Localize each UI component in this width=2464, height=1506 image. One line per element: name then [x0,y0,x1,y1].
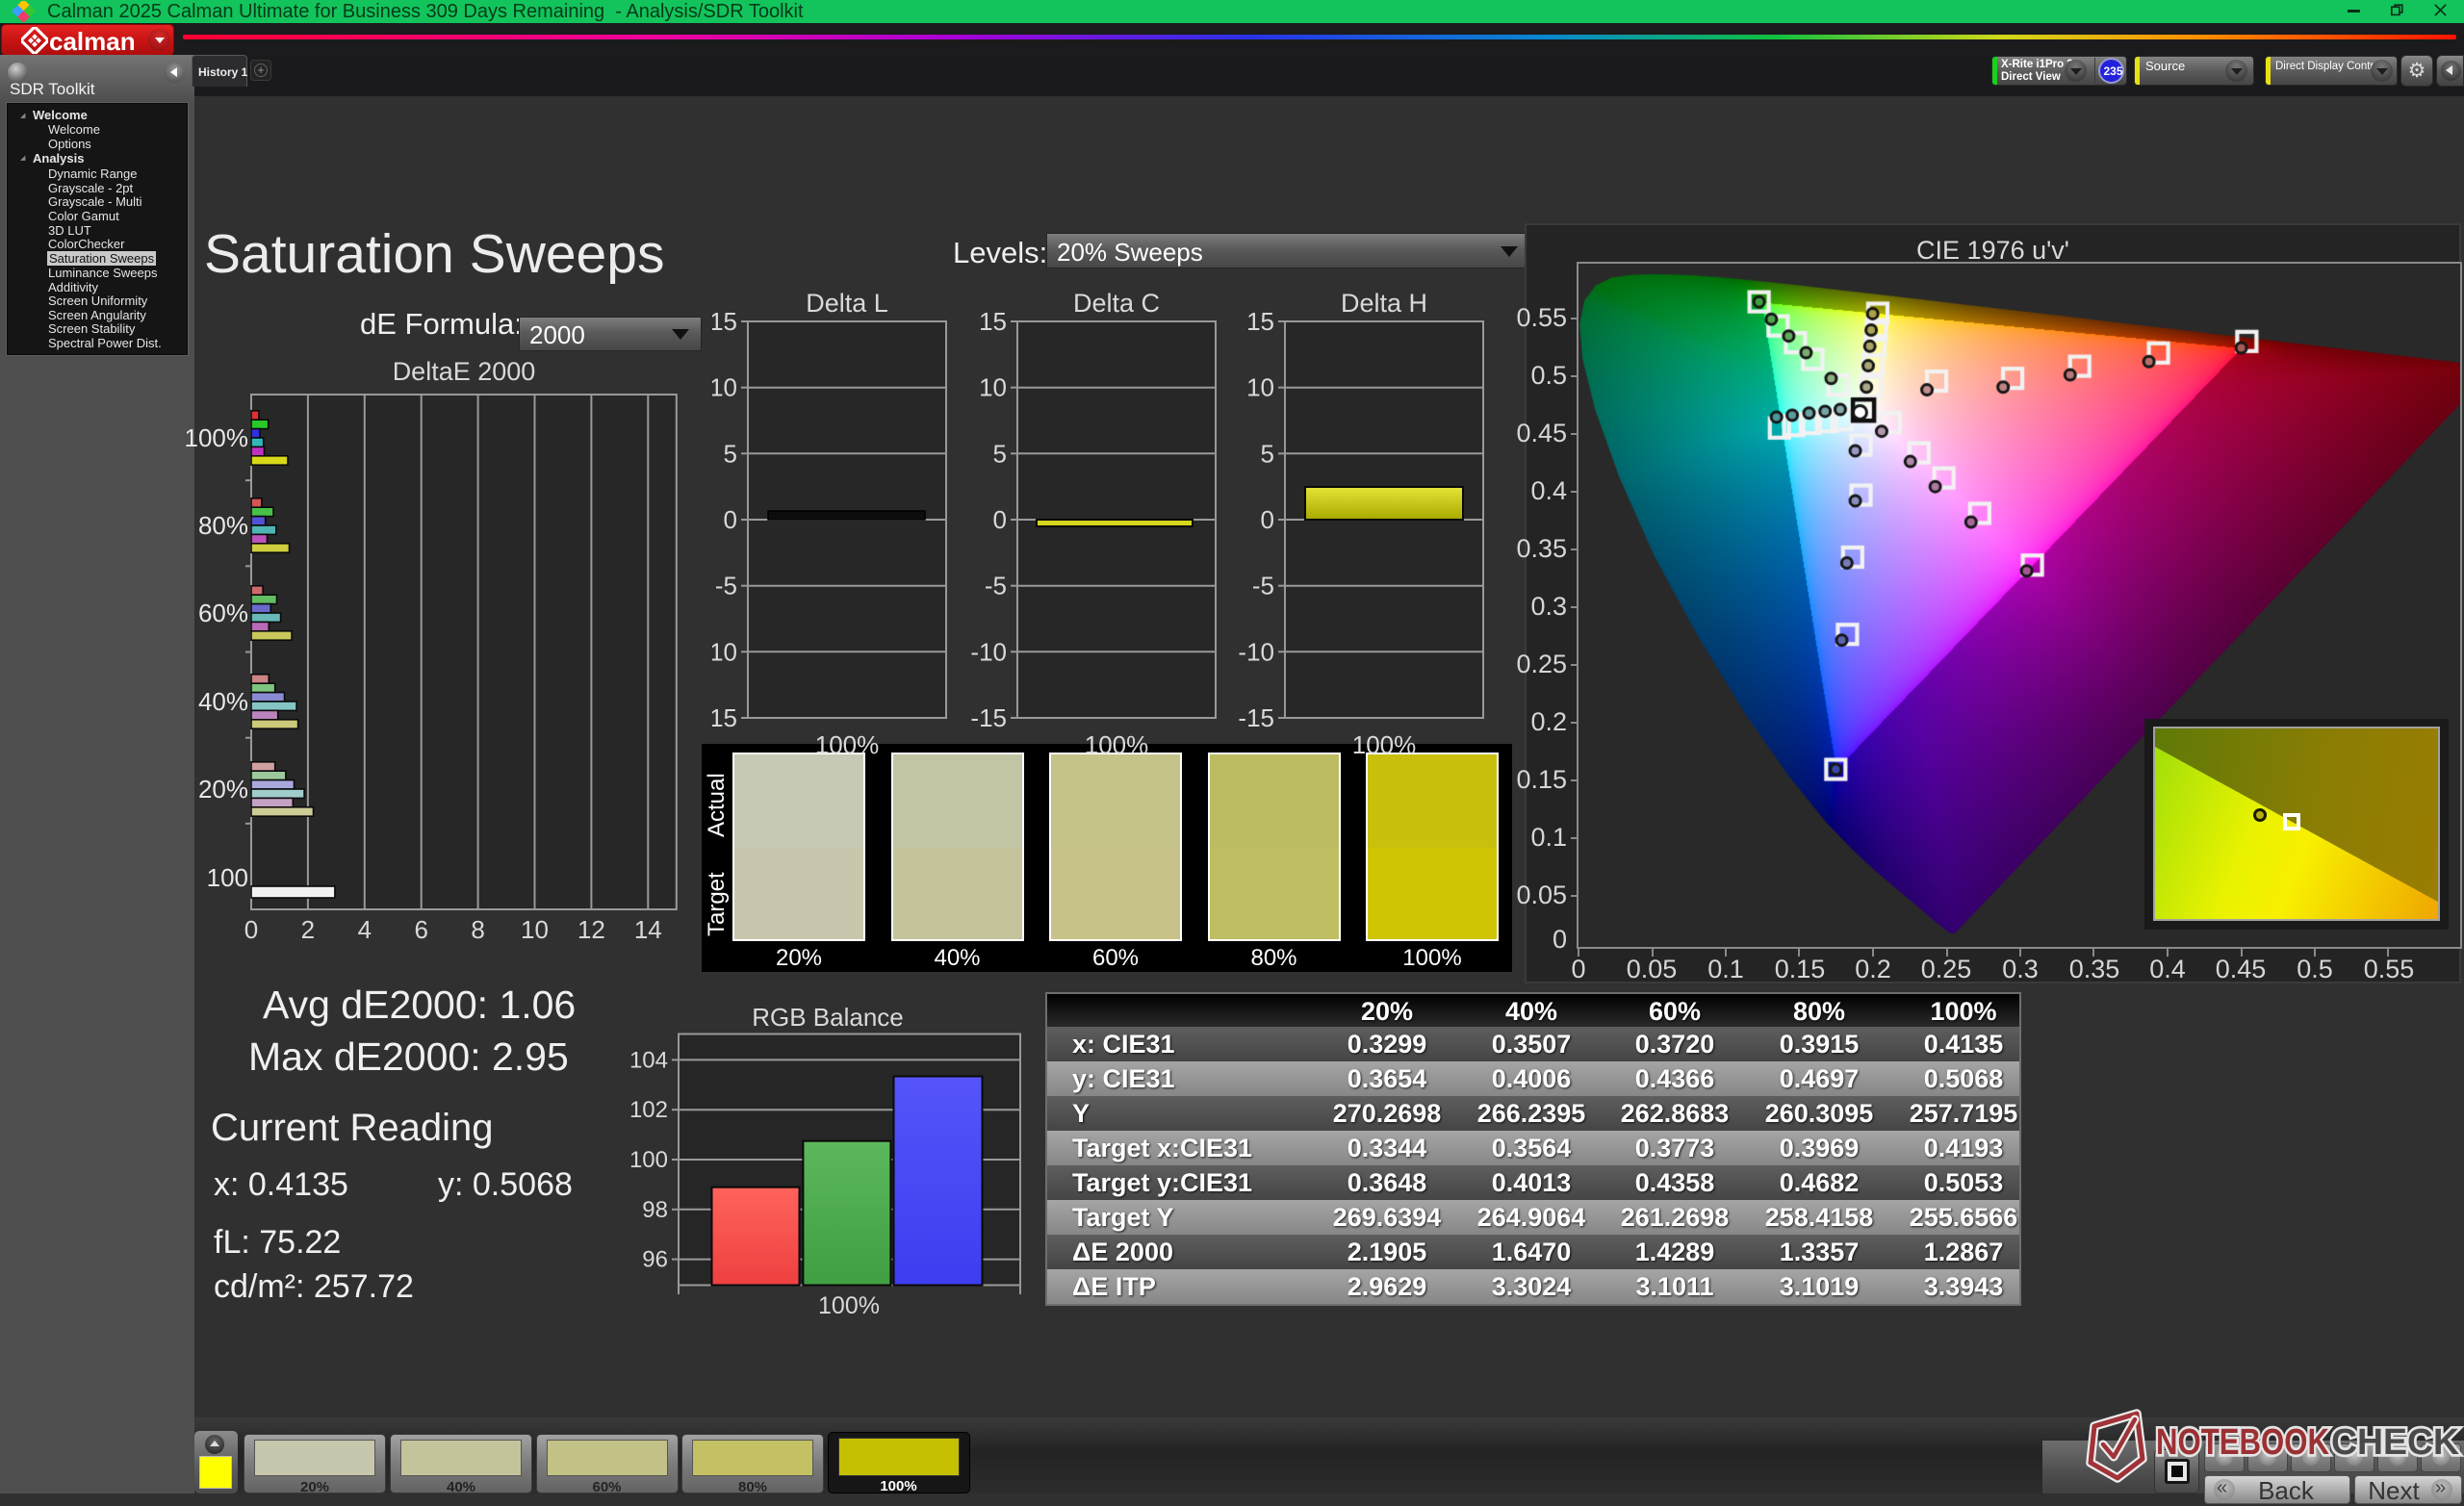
svg-text:5: 5 [993,439,1007,468]
svg-text:10: 10 [521,915,549,944]
svg-text:10: 10 [1246,373,1274,402]
svg-text:2: 2 [301,915,315,944]
svg-text:0: 0 [724,505,737,534]
svg-text:Delta L: Delta L [806,289,888,318]
svg-text:4: 4 [358,915,372,944]
svg-text:10: 10 [712,373,737,402]
svg-text:10: 10 [979,373,1007,402]
svg-text:100: 100 [629,1147,668,1173]
svg-text:15: 15 [712,307,737,336]
svg-text:100: 100 [207,863,248,892]
svg-text:DeltaE 2000: DeltaE 2000 [393,361,536,386]
svg-text:96: 96 [642,1247,668,1273]
svg-text:12: 12 [578,915,605,944]
svg-text:0: 0 [993,505,1007,534]
svg-text:Delta H: Delta H [1341,289,1427,318]
svg-text:-5: -5 [1252,572,1274,600]
svg-text:RGB Balance: RGB Balance [752,1003,904,1032]
svg-text:98: 98 [642,1197,668,1223]
svg-text:-10: -10 [712,637,737,666]
svg-text:NOTEBOOK: NOTEBOOK [2156,1422,2329,1463]
svg-text:14: 14 [634,915,662,944]
svg-text:0: 0 [244,915,258,944]
svg-text:104: 104 [629,1047,668,1073]
svg-text:0: 0 [1261,505,1274,534]
svg-text:60%: 60% [198,599,248,627]
svg-text:-10: -10 [1238,637,1274,666]
svg-text:100%: 100% [818,1292,880,1319]
svg-text:Delta C: Delta C [1073,289,1160,318]
svg-text:100%: 100% [1085,730,1149,759]
svg-text:40%: 40% [198,687,248,716]
svg-text:-15: -15 [1238,703,1274,732]
svg-text:-5: -5 [715,572,737,600]
svg-text:15: 15 [979,307,1007,336]
svg-text:15: 15 [1246,307,1274,336]
svg-text:CHECK: CHECK [2331,1422,2460,1463]
svg-text:5: 5 [1261,439,1274,468]
svg-text:100%: 100% [815,730,880,759]
svg-text:20%: 20% [198,775,248,804]
svg-text:100%: 100% [185,423,249,452]
svg-text:-10: -10 [970,637,1007,666]
svg-text:-15: -15 [712,703,737,732]
svg-text:102: 102 [629,1097,668,1123]
svg-text:8: 8 [471,915,484,944]
svg-text:6: 6 [414,915,427,944]
svg-text:100%: 100% [1352,730,1417,759]
svg-text:80%: 80% [198,511,248,540]
svg-text:-5: -5 [985,572,1007,600]
svg-text:5: 5 [724,439,737,468]
svg-text:-15: -15 [970,703,1007,732]
